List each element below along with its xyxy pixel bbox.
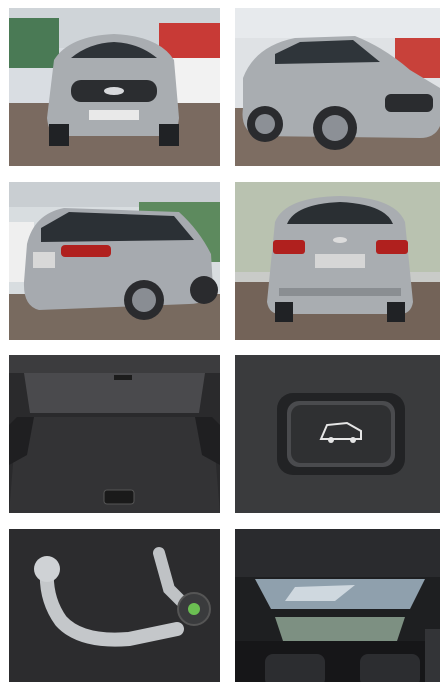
photo-front-three-quarter-view[interactable]	[235, 8, 440, 166]
photo-rear-three-quarter-view[interactable]	[9, 182, 220, 340]
photo-tow-hitch[interactable]	[9, 529, 220, 682]
panoramic-sunroof-image	[235, 529, 440, 682]
trunk-interior-image	[9, 355, 220, 513]
rear-view-image	[235, 182, 440, 340]
photo-front-view[interactable]	[9, 8, 220, 166]
front-view-image	[9, 8, 220, 166]
photo-trunk-interior[interactable]	[9, 355, 220, 513]
photo-gallery	[0, 0, 440, 682]
photo-panoramic-sunroof[interactable]	[235, 529, 440, 682]
photo-rear-view[interactable]	[235, 182, 440, 340]
trunk-release-image	[235, 355, 440, 513]
photo-trunk-release-button[interactable]	[235, 355, 440, 513]
tow-hitch-image	[9, 529, 220, 682]
front-three-quarter-image	[235, 8, 440, 166]
rear-three-quarter-image	[9, 182, 220, 340]
